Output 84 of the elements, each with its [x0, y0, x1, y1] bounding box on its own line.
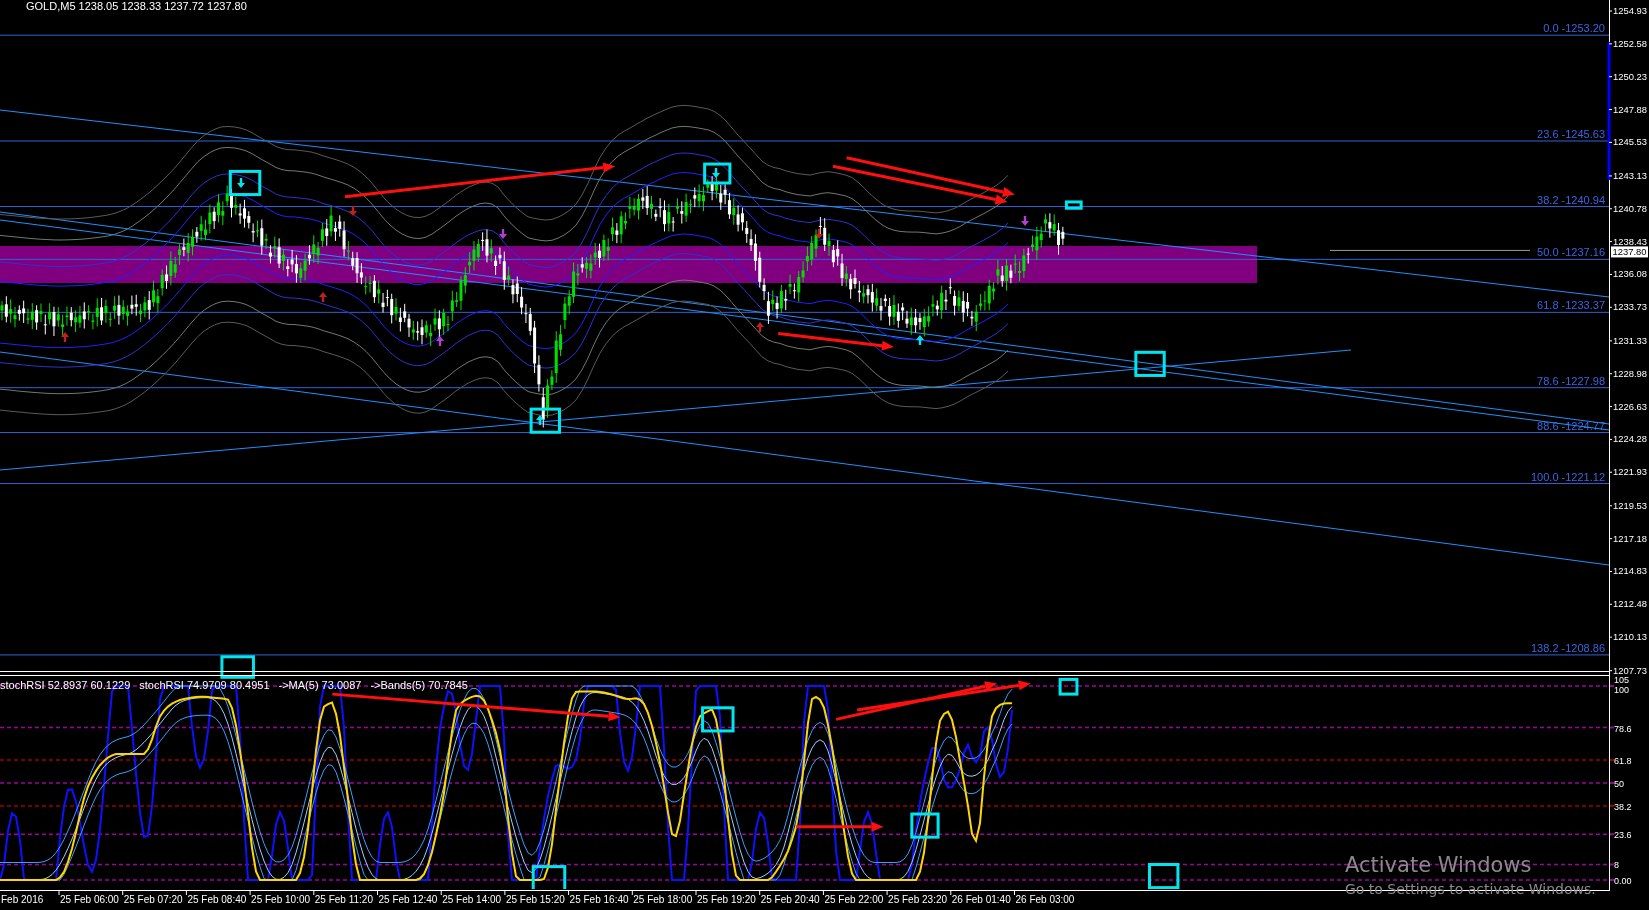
- price-label: 1228.98: [1613, 367, 1648, 379]
- fibonacci-label: 100.0 -1221.12: [1531, 470, 1605, 483]
- time-label: 25 Feb 22:00: [824, 894, 884, 905]
- price-label: 1240.78: [1613, 202, 1648, 214]
- price-label: 1212.48: [1613, 598, 1648, 610]
- activation-title: Activate Windows: [1345, 853, 1532, 877]
- down-arrow-icon: [237, 178, 245, 188]
- highlight-box: [1064, 200, 1083, 210]
- highlight-box: [701, 706, 735, 733]
- time-label: 25 Feb 08:40: [187, 894, 247, 905]
- fibonacci-label: 138.2 -1208.86: [1531, 641, 1605, 654]
- time-label: 25 Feb 15:20: [505, 894, 565, 905]
- indicator-value: ->Bands(5) 70.7845: [370, 679, 468, 691]
- up-arrow-icon: [536, 415, 544, 425]
- scale-label: 8: [1614, 860, 1619, 871]
- time-label: 26 Feb 03:00: [1015, 894, 1075, 905]
- price-label: 1224.28: [1613, 433, 1648, 445]
- highlight-box: [220, 655, 255, 679]
- indicator-value: ->MA(5) 73.0087: [278, 679, 362, 691]
- scale-label: 0.00: [1614, 876, 1632, 886]
- time-label: 25 Feb 18:00: [633, 894, 693, 905]
- highlight-box: [1058, 677, 1079, 696]
- time-label: 26 Feb 01:40: [951, 894, 1011, 905]
- scale-label: 78.6: [1614, 723, 1632, 734]
- price-label: 1231.33: [1613, 334, 1648, 346]
- price-label: 1236.08: [1613, 268, 1648, 280]
- down-arrow-icon: [349, 206, 357, 216]
- up-arrow-icon: [756, 322, 764, 332]
- down-arrow-icon: [499, 229, 507, 239]
- fibonacci-label: 78.6 -1227.98: [1537, 374, 1605, 387]
- highlight-box: [703, 162, 732, 185]
- price-label: 1238.43: [1613, 235, 1648, 247]
- time-label: 25 Feb 23:20: [888, 894, 948, 905]
- price-label: 1252.58: [1613, 37, 1648, 49]
- scale-label: 61.8: [1614, 756, 1632, 767]
- up-arrow-icon: [61, 332, 69, 342]
- fibonacci-label: 0.0 -1253.20: [1543, 22, 1605, 35]
- highlight-box: [910, 812, 940, 839]
- scale-label: 100: [1614, 685, 1630, 695]
- highlight-box: [228, 169, 262, 197]
- indicator-value: stochRSI 52.8937 60.1229: [0, 679, 131, 691]
- highlight-box: [1134, 350, 1166, 377]
- scale-label: 38.2: [1614, 801, 1632, 812]
- up-arrow-icon: [916, 335, 924, 345]
- scale-label: 50: [1614, 779, 1624, 789]
- price-label: 1250.23: [1613, 70, 1648, 82]
- highlight-box: [1148, 863, 1180, 889]
- price-label: 1254.93: [1613, 5, 1648, 16]
- price-label: 1243.13: [1613, 169, 1648, 181]
- up-arrow-icon: [319, 292, 327, 302]
- time-label: 25 Feb 07:20: [123, 894, 183, 905]
- time-label: 25 Feb 11:20: [314, 894, 373, 905]
- time-label: 25 Feb 10:00: [251, 894, 311, 905]
- highlight-box: [531, 865, 567, 889]
- down-arrow-icon: [1021, 216, 1029, 226]
- price-label: 1219.53: [1613, 499, 1648, 511]
- time-label: 25 Feb 16:40: [569, 894, 629, 905]
- price-label: 1226.63: [1613, 400, 1648, 412]
- fibonacci-label: 23.6 -1245.63: [1537, 128, 1605, 140]
- current-price-tag: 1237.80: [1611, 246, 1648, 258]
- price-label: 1214.83: [1613, 565, 1648, 577]
- price-label: 1245.53: [1613, 136, 1648, 148]
- highlight-box: [529, 407, 561, 434]
- price-label: 1247.88: [1613, 103, 1648, 115]
- fibonacci-label: 50.0 -1237.16: [1537, 246, 1605, 259]
- price-label: 1207.73: [1613, 664, 1648, 676]
- fibonacci-label: 38.2 -1240.94: [1537, 193, 1605, 206]
- price-label: 1210.13: [1613, 631, 1648, 643]
- time-label: 25 Feb 14:00: [442, 894, 502, 905]
- scale-label: 23.6: [1614, 830, 1632, 841]
- scale-label: 105: [1614, 675, 1630, 685]
- price-label: 1233.73: [1613, 301, 1648, 313]
- fibonacci-label: 61.8 -1233.37: [1537, 299, 1605, 312]
- price-label: 1221.93: [1613, 466, 1648, 478]
- down-arrow-icon: [712, 168, 720, 178]
- time-label: 25 Feb 20:40: [760, 894, 820, 905]
- time-label: Feb 2016: [1, 894, 44, 905]
- down-arrow-icon: [815, 229, 823, 239]
- price-label: 1217.18: [1613, 532, 1648, 544]
- time-label: 25 Feb 19:20: [697, 894, 756, 905]
- up-arrow-icon: [436, 336, 444, 346]
- time-label: 25 Feb 12:40: [378, 894, 438, 905]
- chart-title: GOLD,M5 1238.05 1238.33 1237.72 1237.80: [26, 0, 247, 12]
- time-label: 25 Feb 06:00: [60, 894, 119, 905]
